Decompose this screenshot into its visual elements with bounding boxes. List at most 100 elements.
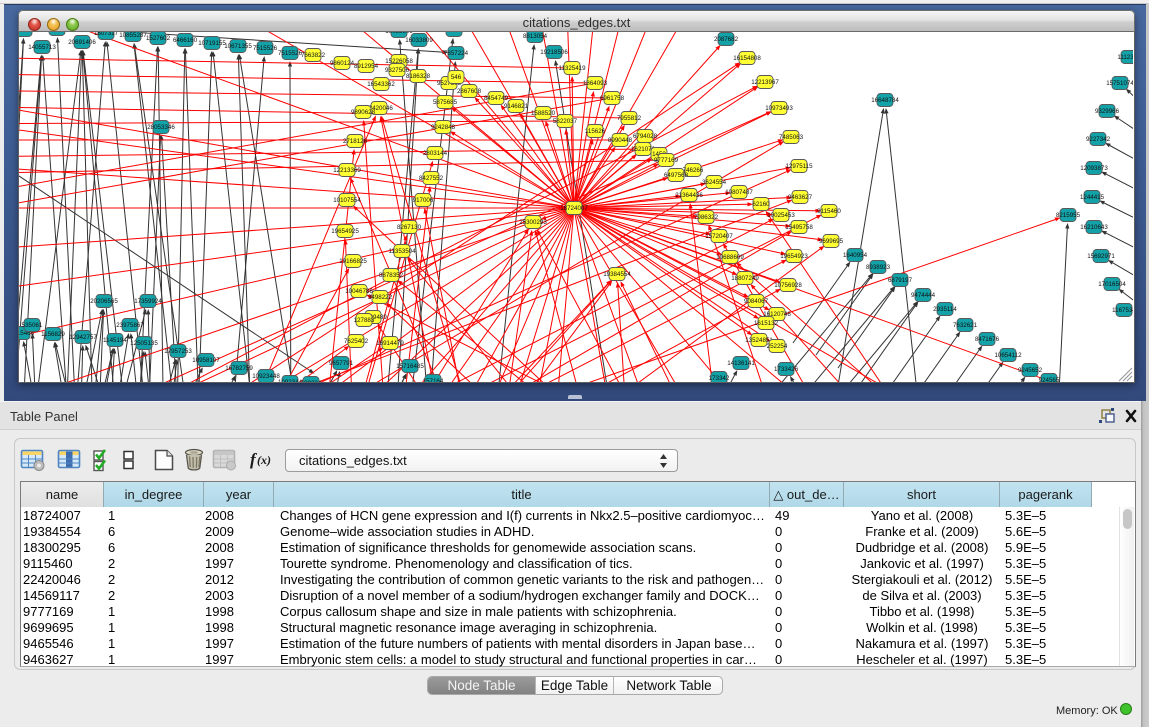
- svg-text:19654925: 19654925: [331, 228, 359, 235]
- svg-text:7955812: 7955812: [617, 115, 642, 122]
- svg-text:18724007: 18724007: [560, 205, 588, 212]
- svg-text:62160: 62160: [752, 201, 770, 208]
- svg-text:8215955: 8215955: [1056, 212, 1081, 219]
- svg-text:1145194: 1145194: [103, 337, 127, 344]
- svg-text:8186328: 8186328: [406, 73, 431, 80]
- svg-text:9699695: 9699695: [819, 238, 844, 245]
- svg-text:109234: 109234: [301, 380, 322, 382]
- svg-text:1864093: 1864093: [583, 80, 608, 87]
- svg-text:28053346: 28053346: [147, 124, 175, 131]
- svg-text:6497568: 6497568: [664, 172, 689, 179]
- svg-text:8454749: 8454749: [484, 95, 509, 102]
- svg-text:1588520: 1588520: [531, 110, 556, 117]
- svg-text:6466160: 6466160: [173, 37, 198, 44]
- svg-text:2269314: 2269314: [19, 32, 37, 34]
- svg-text:7632621: 7632621: [953, 322, 978, 329]
- svg-text:2718126: 2718126: [343, 138, 368, 145]
- svg-text:18807249: 18807249: [731, 275, 759, 282]
- svg-text:7515526: 7515526: [278, 50, 303, 57]
- svg-text:8813054: 8813054: [523, 33, 548, 40]
- svg-text:7857224: 7857224: [444, 50, 469, 57]
- svg-text:12942757: 12942757: [69, 334, 97, 341]
- svg-text:9227342: 9227342: [1086, 136, 1111, 143]
- svg-text:10654112: 10654112: [994, 352, 1022, 359]
- svg-text:16210643: 16210643: [1080, 224, 1108, 231]
- svg-text:1733426: 1733426: [774, 366, 799, 373]
- svg-text:9084067: 9084067: [744, 298, 769, 305]
- svg-text:10688609: 10688609: [716, 254, 744, 261]
- svg-text:19218506: 19218506: [540, 49, 568, 56]
- svg-text:12975115: 12975115: [785, 163, 813, 170]
- svg-text:1527602: 1527602: [146, 35, 171, 42]
- svg-text:8990448: 8990448: [608, 137, 633, 144]
- svg-text:17359924: 17359924: [134, 298, 162, 305]
- svg-text:6961758: 6961758: [600, 95, 625, 102]
- svg-text:7986322: 7986322: [694, 214, 719, 221]
- svg-text:11325419: 11325419: [558, 65, 586, 72]
- svg-text:19384554: 19384554: [603, 271, 631, 278]
- svg-text:2803144: 2803144: [423, 150, 448, 157]
- svg-text:9242848: 9242848: [431, 124, 456, 131]
- svg-text:12213369: 12213369: [333, 167, 361, 174]
- svg-text:17016504: 17016504: [1098, 281, 1126, 288]
- svg-text:17957253: 17957253: [164, 348, 192, 355]
- svg-text:3498222: 3498222: [368, 294, 393, 301]
- svg-text:8471676: 8471676: [975, 336, 1000, 343]
- svg-text:10671355: 10671355: [224, 43, 252, 50]
- svg-text:1167534: 1167534: [1112, 307, 1133, 314]
- svg-text:16033809: 16033809: [385, 32, 413, 35]
- svg-text:20691406: 20691406: [68, 39, 96, 46]
- svg-text:1615132: 1615132: [754, 320, 779, 327]
- svg-text:9860124: 9860124: [330, 60, 355, 67]
- svg-text:9115460: 9115460: [817, 208, 841, 215]
- svg-text:2087682: 2087682: [714, 36, 739, 43]
- svg-text:9657791: 9657791: [329, 360, 354, 367]
- svg-text:10923448: 10923448: [252, 373, 280, 380]
- svg-text:8878352: 8878352: [379, 272, 404, 279]
- svg-text:1156829: 1156829: [41, 331, 65, 338]
- svg-text:15495758: 15495758: [785, 224, 813, 231]
- svg-text:16154808: 16154808: [733, 55, 761, 62]
- svg-text:19654923: 19654923: [780, 253, 808, 260]
- svg-text:15716485: 15716485: [396, 363, 424, 370]
- svg-text:14136141: 14136141: [727, 360, 755, 367]
- svg-text:1807317: 1807317: [94, 32, 119, 37]
- svg-text:1640954: 1640954: [843, 252, 868, 259]
- svg-text:252254: 252254: [767, 343, 788, 350]
- svg-text:1092344: 1092344: [278, 379, 303, 382]
- svg-text:1112383: 1112383: [1117, 54, 1133, 61]
- svg-text:2867608: 2867608: [457, 88, 482, 95]
- svg-text:6879197: 6879197: [888, 277, 913, 284]
- svg-text:20206565: 20206565: [90, 298, 118, 305]
- svg-text:25300293: 25300293: [519, 219, 547, 226]
- svg-text:10107554: 10107554: [333, 197, 361, 204]
- svg-text:8938923: 8938923: [866, 264, 891, 271]
- svg-text:8267130: 8267130: [397, 224, 422, 231]
- svg-text:127883: 127883: [354, 317, 375, 324]
- svg-text:173342: 173342: [709, 375, 730, 382]
- svg-text:10973493: 10973493: [765, 105, 793, 112]
- svg-text:14055713: 14055713: [28, 44, 56, 51]
- svg-text:546: 546: [451, 74, 462, 81]
- svg-text:5822037: 5822037: [553, 118, 578, 125]
- svg-text:9146821: 9146821: [504, 103, 529, 110]
- svg-text:16914479: 16914479: [376, 340, 404, 347]
- svg-text:3624554: 3624554: [702, 179, 727, 186]
- svg-text:8427552: 8427552: [419, 175, 444, 182]
- svg-text:7515526: 7515526: [253, 45, 278, 52]
- svg-text:7625402: 7625402: [344, 338, 369, 345]
- svg-text:5875685: 5875685: [433, 99, 458, 106]
- svg-text:15751074: 15751074: [1106, 80, 1133, 87]
- svg-text:12213967: 12213967: [751, 79, 779, 86]
- svg-text:15692971: 15692971: [1087, 253, 1115, 260]
- svg-text:10855287: 10855287: [119, 32, 147, 39]
- svg-text:12505135: 12505135: [130, 340, 158, 347]
- svg-text:10025453: 10025453: [767, 212, 795, 219]
- svg-text:9329966: 9329966: [1095, 108, 1120, 115]
- svg-text:924565: 924565: [1039, 377, 1060, 382]
- svg-text:16033809: 16033809: [405, 37, 433, 44]
- svg-text:9474444: 9474444: [911, 292, 936, 299]
- svg-text:10719155: 10719155: [198, 40, 226, 47]
- svg-text:23975867: 23975867: [116, 322, 144, 329]
- svg-text:115626: 115626: [585, 128, 606, 135]
